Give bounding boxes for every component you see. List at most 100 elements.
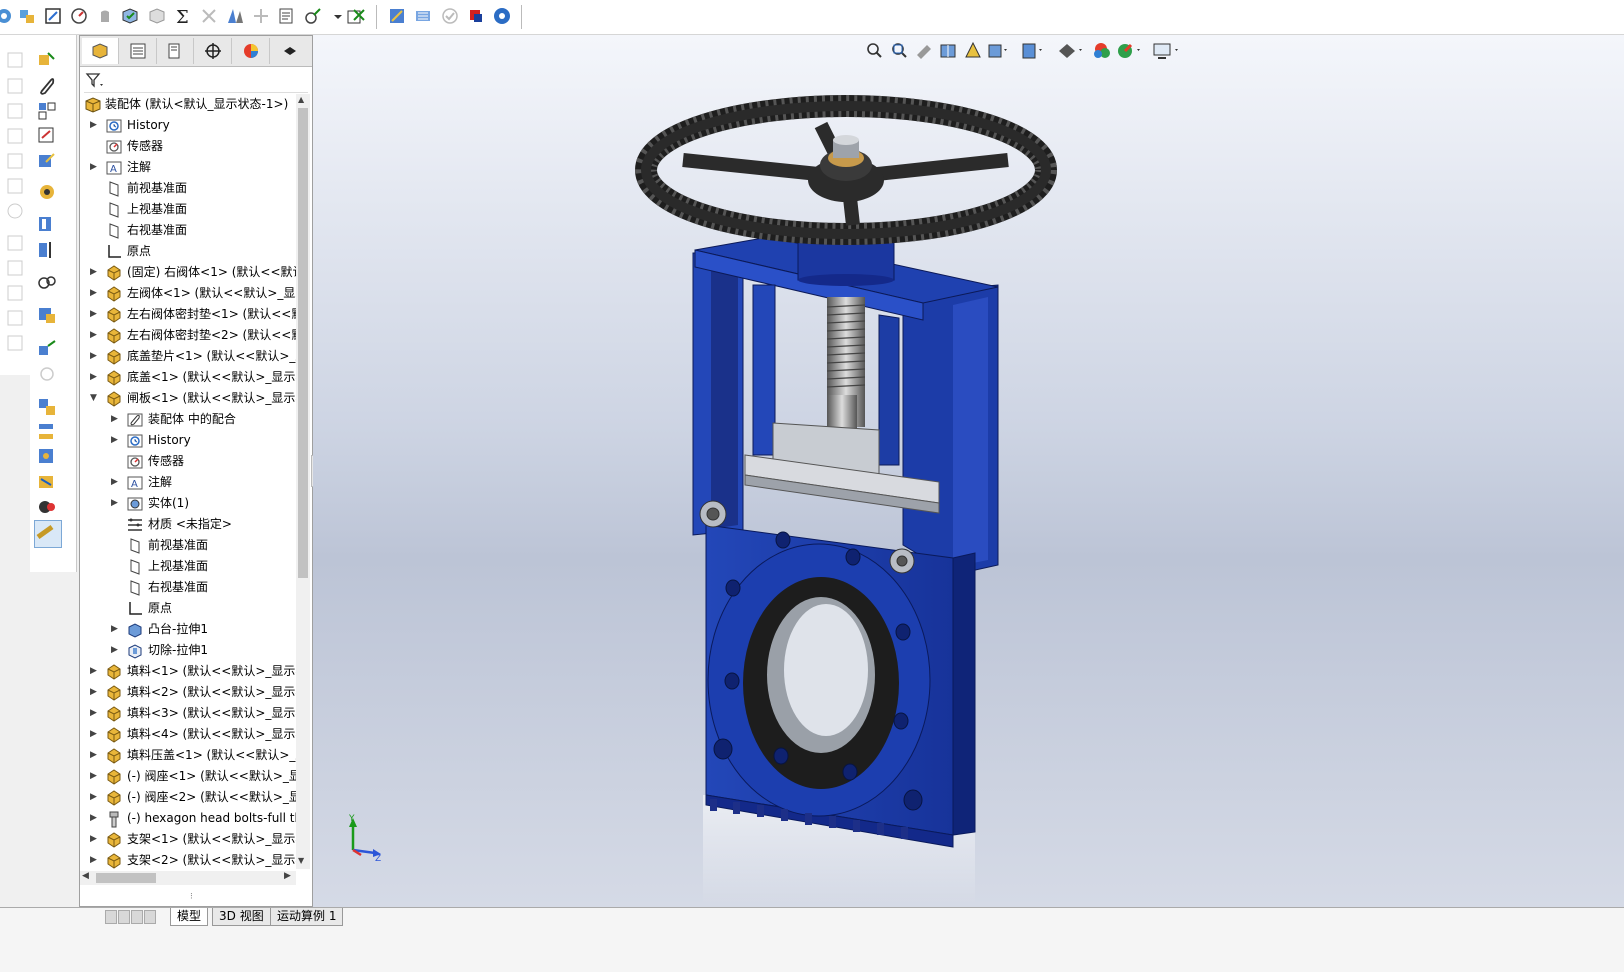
smart-fasteners-icon[interactable] [303,6,323,26]
explode-view-icon[interactable] [199,6,219,26]
expand-arrow-icon[interactable]: ▶ [90,346,100,367]
tree-item[interactable]: ▶ 填料压盖<1> (默认<<默认>_显 [90,745,296,766]
tree-vertical-scrollbar[interactable]: ▲ ▼ [296,94,310,869]
tree-item[interactable]: 传感器 [111,451,296,472]
filter-icon[interactable] [84,70,108,92]
part-ghost-icon[interactable] [4,150,26,172]
resize-handle[interactable]: ⁝ [190,892,193,902]
expand-arrow-icon[interactable]: ▶ [90,325,100,346]
tree-item[interactable]: ▶ A 注解 [90,157,296,178]
show-hidden-icon[interactable] [36,181,58,203]
tree-item[interactable]: 前视基准面 [111,535,296,556]
tree-item[interactable]: 原点 [90,241,296,262]
smart-fastener-icon[interactable] [36,125,58,147]
tab-displaymanager[interactable] [233,38,270,64]
valve-model[interactable]: Y Z [313,35,1624,907]
expand-arrow-icon[interactable]: ▶ [90,115,100,136]
expand-arrow-icon[interactable]: ▶ [90,661,100,682]
tree-item[interactable]: 原点 [111,598,296,619]
tree-item[interactable]: ▶ 装配体 中的配合 [111,409,296,430]
tree-root[interactable]: 装配体 (默认<默认_显示状态-1>) [84,94,296,115]
check-icon[interactable] [440,6,460,26]
tab-3d-view[interactable]: 3D 视图 [212,908,271,926]
move-component-icon[interactable] [387,6,407,26]
part-ghost-icon[interactable] [4,257,26,279]
tree-item[interactable]: ▶ 实体(1) [111,493,296,514]
graphics-area[interactable]: Y Z [313,35,1624,907]
edit-component-icon[interactable] [43,6,63,26]
expand-arrow-icon[interactable]: ▶ [90,724,100,745]
check-interference-icon[interactable] [120,6,140,26]
tree-item[interactable]: ▶ (-) hexagon head bolts-full thr [90,808,296,829]
expand-arrow-icon[interactable]: ▶ [111,493,121,514]
hole-alignment-icon[interactable] [36,446,58,468]
tree-item[interactable]: 传感器 [90,136,296,157]
expand-arrow-icon[interactable]: ▶ [90,682,100,703]
part-ghost-icon[interactable] [4,307,26,329]
rotate-component-icon[interactable] [413,6,433,26]
performance-evaluation-icon[interactable] [36,496,58,518]
tree-item[interactable]: ▶ 左阀体<1> (默认<<默认>_显示 [90,283,296,304]
insert-component-icon[interactable] [36,49,58,71]
tree-item[interactable]: ▶ 左右阀体密封垫<2> (默认<<默认 [90,325,296,346]
tree-item[interactable]: ▶ History [90,115,296,136]
tab-configurationmanager[interactable] [157,38,194,64]
measure-icon[interactable] [36,471,58,493]
tree-item[interactable]: ▶ 填料<4> (默认<<默认>_显示状 [90,724,296,745]
expand-arrow-icon[interactable]: ▶ [90,808,100,829]
mate-icon[interactable] [36,75,58,97]
nav-last-button[interactable] [144,910,156,924]
part-ghost-icon[interactable] [4,332,26,354]
assembly-tools-icon[interactable] [17,6,37,26]
expand-arrow-icon[interactable]: ▶ [90,703,100,724]
reference-geometry-icon[interactable] [36,239,58,261]
expand-arrow-icon[interactable]: ▶ [90,157,100,178]
expand-arrow-icon[interactable]: ▶ [111,472,121,493]
new-motion-study-icon[interactable] [36,272,58,294]
appearance-icon[interactable] [466,6,486,26]
expand-arrow-icon[interactable]: ▶ [90,850,100,871]
move-component-icon[interactable] [36,150,58,172]
part-ghost-icon[interactable] [4,125,26,147]
tree-item[interactable]: 上视基准面 [90,199,296,220]
expand-arrow-icon[interactable]: ▶ [90,283,100,304]
exploded-view-icon[interactable] [36,338,58,360]
tree-item[interactable]: ▶ 切除-拉伸1 [111,640,296,661]
tab-model[interactable]: 模型 [170,908,209,926]
expand-arrow-icon[interactable]: ▶ [90,745,100,766]
dropdown-arrow-icon[interactable] [328,6,342,26]
tree-item[interactable]: 上视基准面 [111,556,296,577]
tree-item[interactable]: ▶ 填料<1> (默认<<默认>_显示状 [90,661,296,682]
tab-featuremanager[interactable] [82,38,119,64]
nav-first-button[interactable] [105,910,117,924]
expand-arrow-icon[interactable]: ▶ [111,619,121,640]
bill-of-materials-icon[interactable] [36,304,58,326]
scroll-thumb[interactable] [96,873,156,883]
tree-item[interactable]: ▶ 支架<2> (默认<<默认>_显示状 [90,850,296,871]
tree-item[interactable]: ▶ 支架<1> (默认<<默认>_显示状 [90,829,296,850]
interference-detection-icon[interactable] [36,396,58,418]
tree-item[interactable]: ▶ A 注解 [111,472,296,493]
explode-line-icon[interactable] [36,363,58,385]
hide-show-icon[interactable] [346,6,366,26]
expand-arrow-icon[interactable]: ▶ [90,829,100,850]
tree-item[interactable]: ▶ (-) 阀座<1> (默认<<默认>_显示 [90,766,296,787]
part-ghost-icon[interactable] [4,75,26,97]
speedpak-icon[interactable] [69,6,89,26]
linear-pattern-icon[interactable] [251,6,271,26]
tree-item[interactable]: ▶ 填料<2> (默认<<默认>_显示状 [90,682,296,703]
tab-propertymanager[interactable] [120,38,157,64]
clearance-verification-icon[interactable] [147,6,167,26]
nav-prev-button[interactable] [118,910,130,924]
tree-item[interactable]: 右视基准面 [90,220,296,241]
tree-filter[interactable] [84,70,308,93]
linear-pattern-icon[interactable] [36,100,58,122]
expand-arrow-icon[interactable]: ▶ [90,367,100,388]
collapse-arrow-icon[interactable]: ▼ [90,388,100,409]
tab-dimxpert[interactable] [195,38,232,64]
tree-item[interactable]: 前视基准面 [90,178,296,199]
settings-icon[interactable] [492,6,512,26]
expand-arrow-icon[interactable]: ▶ [111,430,121,451]
expand-arrow-icon[interactable]: ▶ [90,262,100,283]
part-ghost-icon[interactable] [4,200,26,222]
